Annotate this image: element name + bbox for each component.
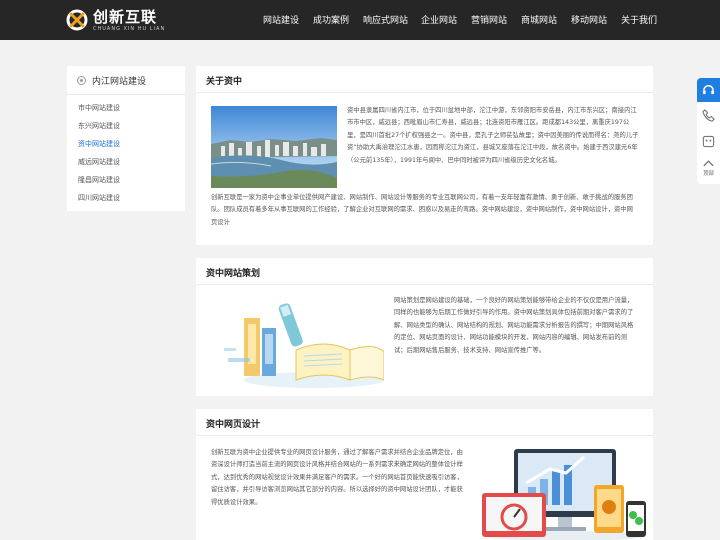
city-photo: [211, 106, 337, 188]
sidebar-item-sichuan[interactable]: 四川网站建设: [78, 193, 120, 203]
logo[interactable]: 创新互联 CHUANG XIN HU LIAN: [66, 7, 176, 35]
divider: [196, 284, 653, 285]
logo-text: 创新互联: [93, 8, 158, 26]
nav-item-mobile[interactable]: 移动网站: [571, 13, 607, 26]
top-navbar: 创新互联 CHUANG XIN HU LIAN 网站建设 成功案例 响应式网站 …: [0, 0, 720, 40]
devices-illustration: [482, 449, 646, 540]
logo-icon: [66, 9, 88, 31]
sidebar-item-dongxing[interactable]: 东兴网站建设: [78, 121, 120, 131]
wechat-button[interactable]: [697, 130, 720, 154]
books-illustration: [224, 303, 384, 388]
sidebar-header: 内江网站建设: [67, 66, 185, 95]
sidebar-item-weiyuan[interactable]: 威远网站建设: [78, 157, 120, 167]
online-service-button[interactable]: [697, 78, 720, 102]
planning-text: 网站策划是网站建设的基础，一个良好的网站策划能够带给企业的不仅仅是用户流量，同样…: [394, 297, 634, 354]
logo-subtext: CHUANG XIN HU LIAN: [93, 26, 166, 32]
about-intro-text: 资中县隶属四川省内江市，位于四川盆地中部，沱江中游，东邻资阳市安岳县，内江市东兴…: [347, 107, 639, 164]
divider: [196, 92, 653, 93]
sidebar-item-longchang[interactable]: 隆昌网站建设: [78, 175, 120, 185]
sidebar-title: 内江网站建设: [92, 77, 147, 87]
phone-icon: [702, 109, 715, 122]
chevron-up-icon: [703, 160, 714, 167]
about-company-text: 创新互联是一家为资中企事业单位提供网产建设、网站制作、网站设计等服务的专业互联网…: [211, 194, 633, 226]
about-section: 关于资中 资中县隶属四川省内江市，位于四川盆地中部，沱江中游，东邻资阳市安岳县，…: [196, 66, 653, 245]
back-to-top-label: 顶部: [702, 171, 714, 177]
nav-item-enterprise[interactable]: 企业网站: [421, 13, 457, 26]
nav-item-website-build[interactable]: 网站建设: [263, 13, 299, 26]
section-title: 资中网站策划: [206, 269, 261, 279]
section-title: 关于资中: [206, 77, 243, 87]
headset-icon: [702, 85, 715, 95]
planning-section: 资中网站策划 网站策划是网站建设的基础，一个良好的网站策划能够带给企业的不仅仅是…: [196, 258, 653, 396]
sidebar-item-shizhong[interactable]: 市中网站建设: [78, 103, 120, 113]
nav-item-marketing[interactable]: 营销网站: [471, 13, 507, 26]
nav-item-responsive[interactable]: 响应式网站: [363, 13, 408, 26]
sidebar-item-zizhong[interactable]: 资中网站建设: [78, 139, 120, 149]
divider: [196, 435, 653, 436]
back-to-top-button[interactable]: 顶部: [697, 156, 720, 184]
target-icon: [77, 76, 86, 85]
design-text: 创新互联为资中企业提供专业的网页设计服务，通过了解客户需求并结合企业品牌定位，由…: [211, 449, 463, 506]
nav-item-about[interactable]: 关于我们: [621, 13, 657, 26]
nav-item-mall[interactable]: 商城网站: [521, 13, 557, 26]
sidebar: 内江网站建设 市中网站建设 东兴网站建设 资中网站建设 威远网站建设 隆昌网站建…: [67, 66, 185, 211]
wechat-icon: [702, 135, 715, 148]
design-section: 资中网页设计 创新互联为资中企业提供专业的网页设计服务，通过了解客户需求并结合企…: [196, 409, 653, 540]
section-title: 资中网页设计: [206, 420, 261, 430]
floating-toolbar: 顶部: [697, 78, 720, 184]
phone-button[interactable]: [697, 104, 720, 128]
nav-item-cases[interactable]: 成功案例: [313, 13, 349, 26]
